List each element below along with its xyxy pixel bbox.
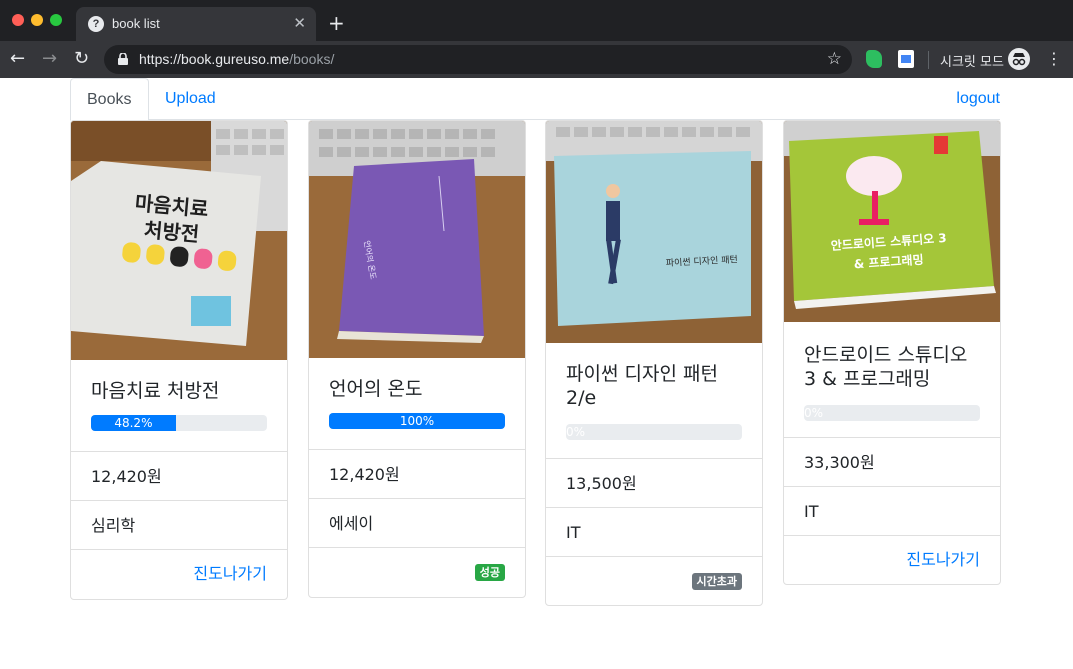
book-category: IT — [546, 507, 762, 556]
page-content: Books Upload logout 마음치료 처방전 마음치료 처방전 48… — [0, 78, 1073, 669]
progress-bar-fill: 100% — [329, 413, 505, 429]
reading-progress: 48.2% — [91, 415, 267, 431]
book-price: 33,300원 — [784, 437, 1000, 486]
forward-icon[interactable]: → — [42, 49, 57, 69]
docs-extension-icon[interactable] — [898, 50, 914, 68]
evernote-extension-icon[interactable] — [866, 50, 882, 68]
minimize-window-button[interactable] — [31, 14, 43, 26]
toolbar-divider — [928, 51, 929, 69]
tab-title: book list — [112, 16, 160, 31]
book-title: 언어의 온도 — [329, 378, 423, 400]
close-tab-icon[interactable]: ✕ — [293, 14, 306, 32]
favicon-icon: ? — [88, 16, 104, 32]
tab-books[interactable]: Books — [70, 78, 149, 121]
book-price: 13,500원 — [546, 458, 762, 507]
book-title: 마음치료 처방전 — [91, 380, 220, 402]
book-price: 12,420원 — [309, 449, 525, 498]
status-badge: 시간초과 — [691, 573, 742, 590]
book-title: 파이썬 디자인 패턴 2/e — [566, 363, 718, 409]
book-card: 안드로이드 스튜디오 3 & 프로그래밍 안드로이드 스튜디오 3 & 프로그래… — [783, 120, 1001, 585]
incognito-label: 시크릿 모드 — [940, 55, 1004, 70]
tab-upload[interactable]: Upload — [149, 78, 232, 120]
reading-progress: 0% — [566, 424, 742, 440]
book-price: 12,420원 — [71, 451, 287, 500]
card-footer: 진도나가기 — [784, 535, 1000, 584]
incognito-icon[interactable] — [1008, 48, 1030, 70]
url-host: https://book.gureuso.me — [139, 51, 290, 67]
book-cover-image: 파이썬 디자인 패턴 — [546, 121, 762, 343]
url-path: /books/ — [289, 51, 335, 67]
new-tab-icon[interactable]: + — [328, 11, 345, 35]
browser-toolbar: ← → ↻ https://book.gureuso.me/books/ ☆ 시… — [0, 41, 1073, 78]
address-bar[interactable]: https://book.gureuso.me/books/ ☆ — [104, 45, 852, 74]
reading-progress: 0% — [804, 405, 980, 421]
card-footer: 진도나가기 — [71, 549, 287, 599]
maximize-window-button[interactable] — [50, 14, 62, 26]
browser-chrome: ? book list ✕ + ← → ↻ https://book.gureu… — [0, 0, 1073, 78]
book-cover-image: 안드로이드 스튜디오 3 & 프로그래밍 — [784, 121, 1000, 322]
svg-text:처방전: 처방전 — [143, 218, 200, 247]
close-window-button[interactable] — [12, 14, 24, 26]
logout-link[interactable]: logout — [956, 78, 1000, 120]
browser-menu-icon[interactable]: ⋮ — [1046, 49, 1062, 68]
continue-reading-button[interactable]: 진도나가기 — [906, 550, 980, 569]
book-cover-image: 언어의 온도 — [309, 121, 525, 358]
progress-bar-fill: 48.2% — [91, 415, 176, 431]
book-category: IT — [784, 486, 1000, 535]
book-category: 에세이 — [309, 498, 525, 547]
book-category: 심리학 — [71, 500, 287, 549]
bookmark-star-icon[interactable]: ☆ — [827, 49, 842, 69]
reload-icon[interactable]: ↻ — [74, 49, 89, 69]
url-text: https://book.gureuso.me/books/ — [139, 51, 334, 67]
card-footer: 시간초과 — [546, 556, 762, 605]
back-icon[interactable]: ← — [10, 49, 25, 69]
book-title: 안드로이드 스튜디오 3 & 프로그래밍 — [804, 344, 968, 390]
status-badge: 성공 — [474, 564, 505, 581]
continue-reading-button[interactable]: 진도나가기 — [193, 564, 267, 583]
card-footer: 성공 — [309, 547, 525, 597]
book-cover-image: 마음치료 처방전 — [71, 121, 287, 360]
browser-tab[interactable]: ? book list ✕ — [76, 7, 316, 41]
lock-icon — [118, 53, 128, 65]
book-card: 파이썬 디자인 패턴 파이썬 디자인 패턴 2/e 0% 13,500원 IT … — [545, 120, 763, 606]
book-card: 언어의 온도 언어의 온도 100% 12,420원 에세이 성공 — [308, 120, 526, 598]
book-card: 마음치료 처방전 마음치료 처방전 48.2% 12,420원 심리학 진도나가… — [70, 120, 288, 600]
nav-tabs: Books Upload logout — [70, 78, 1000, 121]
reading-progress: 100% — [329, 413, 505, 429]
